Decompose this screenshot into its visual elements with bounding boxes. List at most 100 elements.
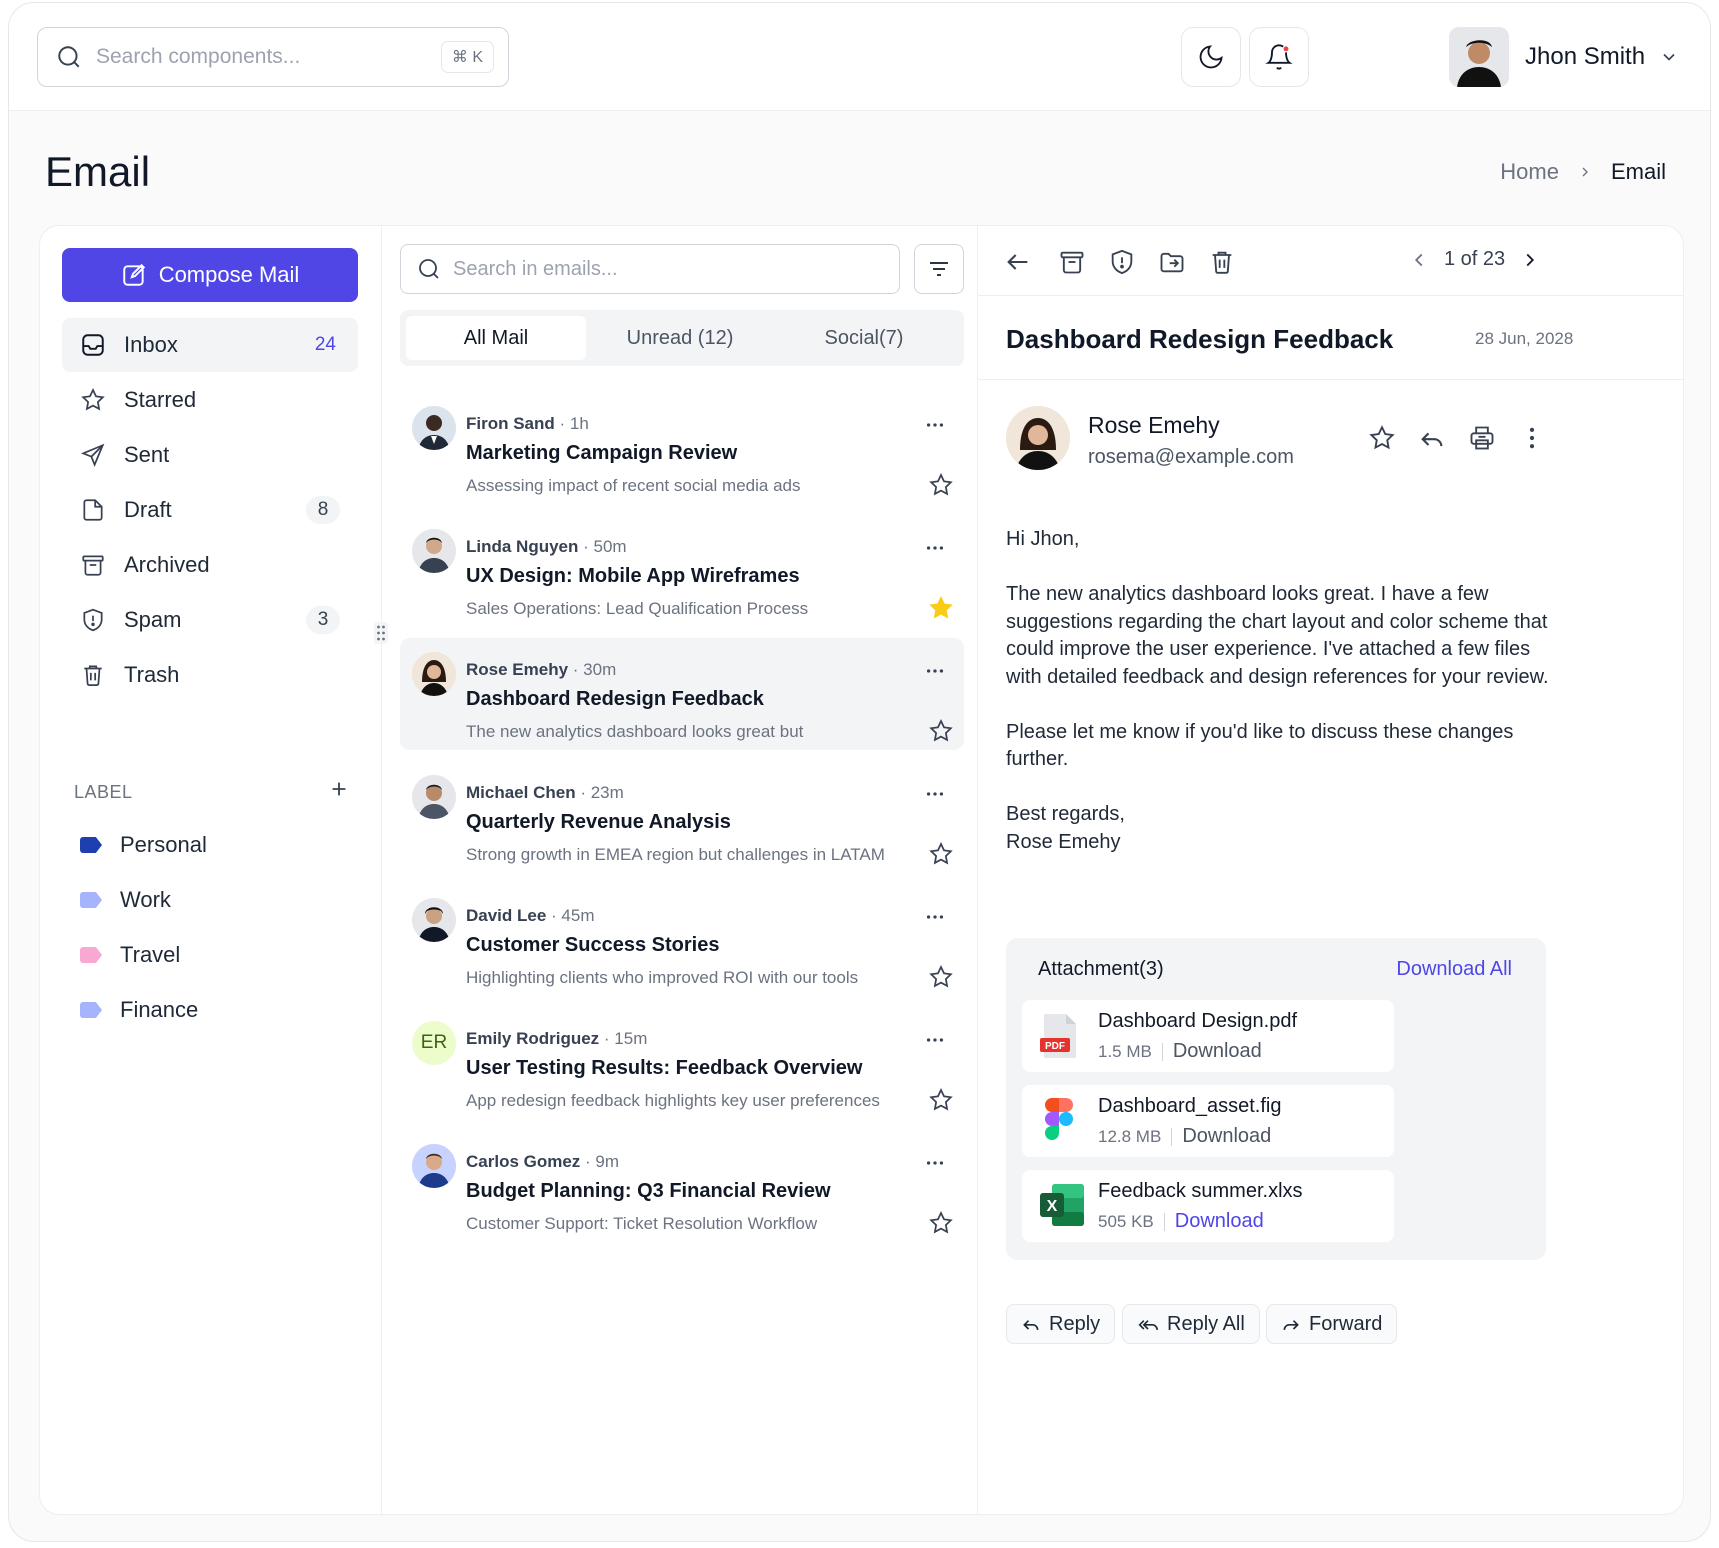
label-item-finance[interactable]: Finance — [62, 983, 358, 1037]
mail-pager: 1 of 23 — [1408, 248, 1541, 271]
global-search-input[interactable]: Search components... ⌘ K — [37, 27, 509, 87]
label-item-personal[interactable]: Personal — [62, 818, 358, 872]
sender-avatar — [412, 1144, 456, 1188]
more-vertical-icon[interactable] — [1518, 424, 1546, 452]
mail-list-item[interactable]: Carlos Gomez · 9m Budget Planning: Q3 Fi… — [400, 1130, 964, 1242]
page-title: Email — [45, 148, 151, 195]
bell-icon — [1265, 44, 1293, 70]
email-search-placeholder: Search in emails... — [453, 257, 618, 280]
download-link[interactable]: Download — [1173, 1040, 1262, 1063]
sidebar-item-label: Draft — [124, 497, 172, 522]
mail-list-item[interactable]: David Lee · 45m Customer Success Stories… — [400, 884, 964, 996]
star-icon[interactable] — [928, 964, 954, 990]
star-filled-icon[interactable] — [928, 595, 954, 621]
mail-reader-pane: 1 of 23 Dashboard Redesign Feedback 28 J… — [978, 226, 1683, 1514]
more-horizontal-icon[interactable] — [924, 783, 946, 805]
sidebar-item-starred[interactable]: Starred — [62, 373, 358, 427]
tab-social[interactable]: Social(7) — [774, 316, 954, 360]
star-icon[interactable] — [928, 472, 954, 498]
chevron-right-icon — [1582, 167, 1588, 177]
download-link[interactable]: Download — [1182, 1125, 1271, 1148]
excel-icon: X — [1040, 1184, 1084, 1226]
mail-list-item[interactable]: Linda Nguyen · 50m UX Design: Mobile App… — [400, 515, 964, 627]
download-all-link[interactable]: Download All — [1396, 958, 1512, 981]
mail-from: Emily Rodriguez · 15m — [466, 1029, 648, 1048]
mail-subject: Marketing Campaign Review — [466, 442, 738, 464]
star-icon[interactable] — [928, 841, 954, 867]
sidebar-item-trash[interactable]: Trash — [62, 648, 358, 702]
reply-icon[interactable] — [1418, 424, 1446, 452]
reply-all-button[interactable]: Reply All — [1122, 1304, 1260, 1344]
inbox-icon — [82, 334, 104, 356]
sidebar-item-draft[interactable]: Draft 8 — [62, 483, 358, 537]
top-bar: Search components... ⌘ K Jhon Smith — [9, 3, 1710, 111]
tab-all-mail[interactable]: All Mail — [406, 316, 586, 360]
chevron-left-icon[interactable] — [1408, 249, 1430, 271]
more-horizontal-icon[interactable] — [924, 660, 946, 682]
arrow-left-icon[interactable] — [1004, 248, 1032, 276]
sender-email: rosema@example.com — [1088, 446, 1294, 468]
divider — [1163, 1212, 1165, 1231]
attachments-header: Attachment(3) — [1038, 958, 1164, 980]
mail-from: Michael Chen · 23m — [466, 783, 624, 802]
more-horizontal-icon[interactable] — [924, 537, 946, 559]
search-placeholder: Search components... — [96, 45, 301, 68]
attachment-size: 1.5 MB — [1098, 1041, 1152, 1061]
print-icon[interactable] — [1468, 424, 1496, 452]
attachment-meta: 1.5 MB Download — [1098, 1040, 1262, 1063]
star-icon[interactable] — [928, 1210, 954, 1236]
label-item-travel[interactable]: Travel — [62, 928, 358, 982]
mail-from: Rose Emehy · 30m — [466, 660, 617, 679]
add-label-icon[interactable] — [328, 778, 350, 800]
notifications-button[interactable] — [1249, 27, 1309, 87]
trash-icon[interactable] — [1208, 248, 1236, 276]
mail-subject: Quarterly Revenue Analysis — [466, 811, 731, 833]
mail-list-pane: Search in emails... All Mail Unread (12)… — [382, 226, 978, 1514]
reply-all-label: Reply All — [1167, 1312, 1245, 1335]
compose-mail-button[interactable]: Compose Mail — [62, 248, 358, 302]
tab-unread[interactable]: Unread (12) — [590, 316, 770, 360]
body-greeting: Hi Jhon, — [1006, 528, 1080, 550]
mail-list-item-selected[interactable]: Rose Emehy · 30m Dashboard Redesign Feed… — [400, 638, 964, 750]
mail-from: David Lee · 45m — [466, 906, 595, 925]
reply-button[interactable]: Reply — [1006, 1304, 1116, 1344]
attachment-meta: 505 KB Download — [1098, 1210, 1264, 1233]
sidebar-item-inbox[interactable]: Inbox 24 — [62, 318, 358, 372]
mail-list-item[interactable]: Firon Sand · 1h Marketing Campaign Revie… — [400, 392, 964, 504]
star-icon[interactable] — [928, 718, 954, 744]
chevron-down-icon — [1663, 53, 1675, 61]
move-to-folder-icon[interactable] — [1158, 248, 1186, 276]
body-signoff: Best regards, — [1006, 803, 1125, 825]
more-horizontal-icon[interactable] — [924, 1029, 946, 1051]
mail-preview: App redesign feedback highlights key use… — [466, 1091, 880, 1110]
sender-avatar — [412, 406, 456, 450]
chevron-right-icon[interactable] — [1519, 249, 1541, 271]
star-icon[interactable] — [928, 1087, 954, 1113]
mail-subject: Budget Planning: Q3 Financial Review — [466, 1180, 831, 1202]
forward-button[interactable]: Forward — [1266, 1304, 1398, 1344]
mail-list-item[interactable]: ER Emily Rodriguez · 15m User Testing Re… — [400, 1007, 964, 1119]
filter-button[interactable] — [914, 244, 964, 294]
sender-avatar — [412, 898, 456, 942]
more-horizontal-icon[interactable] — [924, 906, 946, 928]
download-link[interactable]: Download — [1175, 1210, 1264, 1233]
breadcrumb-home[interactable]: Home — [1500, 159, 1559, 185]
sender-avatar — [412, 652, 456, 696]
user-menu[interactable]: Jhon Smith — [1449, 27, 1679, 87]
forward-label: Forward — [1309, 1312, 1383, 1335]
pager-text: 1 of 23 — [1444, 248, 1506, 270]
archive-icon[interactable] — [1058, 248, 1086, 276]
label-name: Work — [120, 887, 171, 912]
theme-toggle-button[interactable] — [1181, 27, 1241, 87]
label-tag-icon — [80, 1002, 102, 1018]
spam-icon[interactable] — [1108, 248, 1136, 276]
sidebar-item-archived[interactable]: Archived — [62, 538, 358, 592]
star-icon[interactable] — [1368, 424, 1396, 452]
sidebar-item-sent[interactable]: Sent — [62, 428, 358, 482]
more-horizontal-icon[interactable] — [924, 414, 946, 436]
sidebar-item-spam[interactable]: Spam 3 — [62, 593, 358, 647]
label-item-work[interactable]: Work — [62, 873, 358, 927]
more-horizontal-icon[interactable] — [924, 1152, 946, 1174]
mail-list-item[interactable]: Michael Chen · 23m Quarterly Revenue Ana… — [400, 761, 964, 873]
email-search-input[interactable]: Search in emails... — [400, 244, 900, 294]
